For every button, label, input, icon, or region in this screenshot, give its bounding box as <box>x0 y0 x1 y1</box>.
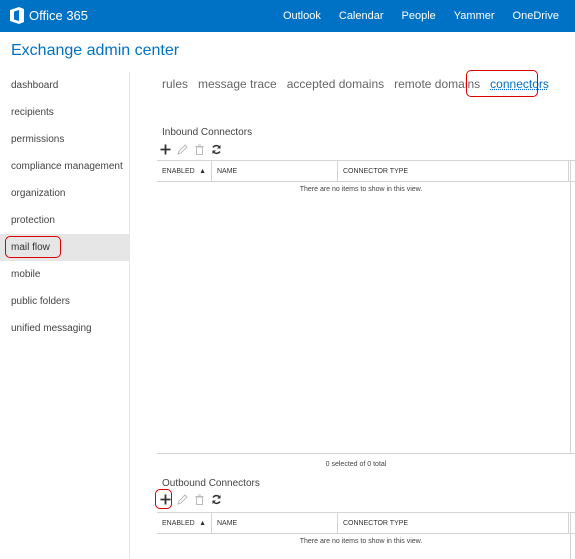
sidebar-item-label: dashboard <box>11 80 59 91</box>
sidebar-item-recipients[interactable]: recipients <box>0 99 129 126</box>
top-navigation: Outlook Calendar People Yammer OneDrive <box>274 0 575 32</box>
sidebar-item-mobile[interactable]: mobile <box>0 261 129 288</box>
highlight-connectors-tab <box>466 70 538 97</box>
sidebar-item-compliance-management[interactable]: compliance management <box>0 153 129 180</box>
add-icon[interactable] <box>157 142 174 156</box>
column-label: ENABLED <box>162 168 195 175</box>
sidebar-item-unified-messaging[interactable]: unified messaging <box>0 315 129 342</box>
sidebar-item-label: organization <box>11 188 66 199</box>
tab-rules[interactable]: rules <box>162 77 188 91</box>
grid-scroll-edge <box>570 512 571 559</box>
sidebar-item-label: public folders <box>11 296 70 307</box>
sidebar: dashboard recipients permissions complia… <box>0 72 129 342</box>
empty-grid-message: There are no items to show in this view. <box>299 186 423 193</box>
office-logo-icon <box>10 7 24 24</box>
highlight-add-button <box>155 489 172 509</box>
top-bar: Office 365 Outlook Calendar People Yamme… <box>0 0 575 32</box>
column-enabled[interactable]: ENABLED ▲ <box>157 161 212 182</box>
sort-ascending-icon: ▲ <box>199 520 206 527</box>
grid-scroll-edge <box>570 160 571 453</box>
inbound-connectors-grid: ENABLED ▲ NAME CONNECTOR TYPE There are … <box>157 160 575 453</box>
sidebar-divider <box>129 72 130 559</box>
column-label: ENABLED <box>162 520 195 527</box>
refresh-icon[interactable] <box>208 142 225 156</box>
topnav-calendar[interactable]: Calendar <box>330 0 393 32</box>
topnav-outlook[interactable]: Outlook <box>274 0 330 32</box>
tab-accepted-domains[interactable]: accepted domains <box>287 77 384 91</box>
empty-grid-message: There are no items to show in this view. <box>299 538 423 545</box>
sidebar-item-organization[interactable]: organization <box>0 180 129 207</box>
sidebar-item-label: unified messaging <box>11 323 92 334</box>
tab-message-trace[interactable]: message trace <box>198 77 277 91</box>
sidebar-item-label: compliance management <box>11 161 123 172</box>
grid-header: ENABLED ▲ NAME CONNECTOR TYPE <box>157 161 575 182</box>
column-connector-type[interactable]: CONNECTOR TYPE <box>338 513 569 534</box>
sidebar-item-label: permissions <box>11 134 65 145</box>
sidebar-item-label: mobile <box>11 269 41 280</box>
highlight-mail-flow <box>5 236 61 258</box>
sidebar-item-permissions[interactable]: permissions <box>0 126 129 153</box>
sort-ascending-icon: ▲ <box>199 168 206 175</box>
sidebar-item-label: recipients <box>11 107 54 118</box>
topnav-people[interactable]: People <box>393 0 445 32</box>
sidebar-item-public-folders[interactable]: public folders <box>0 288 129 315</box>
delete-icon[interactable] <box>191 142 208 156</box>
brand-name: Office 365 <box>29 8 89 23</box>
page-title: Exchange admin center <box>11 42 180 59</box>
sidebar-item-label: protection <box>11 215 55 226</box>
inbound-toolbar <box>157 142 225 156</box>
topnav-yammer[interactable]: Yammer <box>445 0 504 32</box>
column-connector-type[interactable]: CONNECTOR TYPE <box>338 161 569 182</box>
grid-header: ENABLED ▲ NAME CONNECTOR TYPE <box>157 513 575 534</box>
delete-icon[interactable] <box>191 492 208 506</box>
edit-icon[interactable] <box>174 492 191 506</box>
outbound-section-title: Outbound Connectors <box>162 478 260 489</box>
column-enabled[interactable]: ENABLED ▲ <box>157 513 212 534</box>
office365-brand[interactable]: Office 365 <box>10 7 88 24</box>
edit-icon[interactable] <box>174 142 191 156</box>
outbound-connectors-grid: ENABLED ▲ NAME CONNECTOR TYPE There are … <box>157 512 575 559</box>
column-name[interactable]: NAME <box>212 161 338 182</box>
sidebar-item-protection[interactable]: protection <box>0 207 129 234</box>
sidebar-item-dashboard[interactable]: dashboard <box>0 72 129 99</box>
inbound-section-title: Inbound Connectors <box>162 127 253 138</box>
inbound-selection-status: 0 selected of 0 total <box>157 453 575 475</box>
refresh-icon[interactable] <box>208 492 225 506</box>
column-name[interactable]: NAME <box>212 513 338 534</box>
topnav-onedrive[interactable]: OneDrive <box>504 0 575 32</box>
